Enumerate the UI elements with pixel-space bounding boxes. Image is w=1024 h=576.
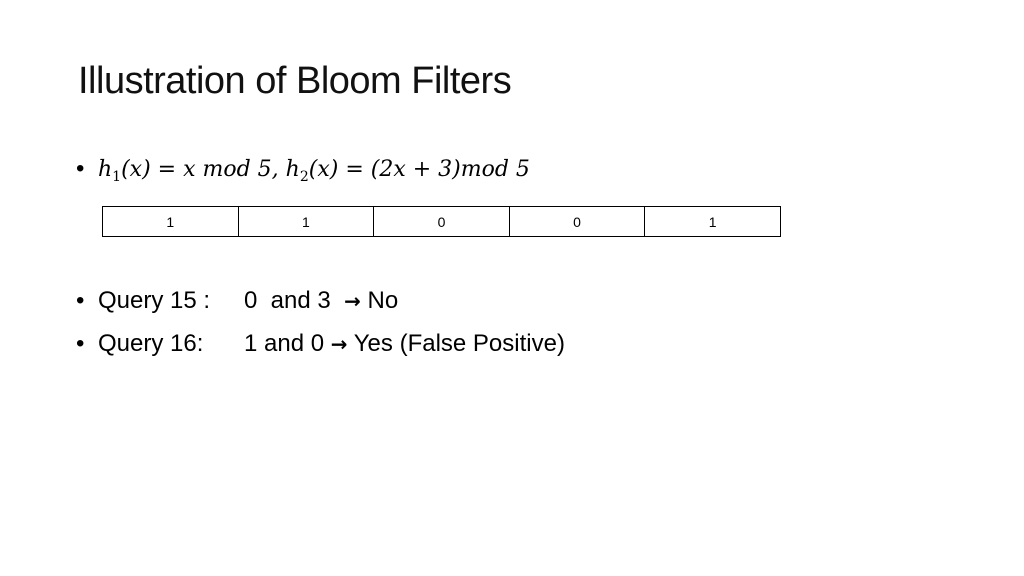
bullet-marker: • (76, 287, 85, 314)
query-result: No (367, 287, 399, 314)
query-label: Query 15 : (98, 287, 211, 314)
h2-name: h (285, 157, 300, 182)
bit-array-row: 1 1 0 0 1 (102, 206, 781, 237)
query-label: Query 16: (98, 330, 204, 357)
bullet-marker: • (76, 155, 85, 182)
bit-cell-4: 1 (644, 206, 781, 237)
bit-array-table: 1 1 0 0 1 (102, 206, 781, 237)
arrow-right-icon: → (344, 289, 361, 313)
h1-definition: (x) = x mod 5, (121, 157, 279, 182)
h2-subscript: 2 (299, 169, 309, 185)
arrow-right-icon: → (330, 332, 348, 356)
h1-name: h (98, 157, 113, 182)
bullet-marker: • (76, 330, 85, 357)
bit-cell-1: 1 (237, 206, 375, 237)
query-positions: 1 and 0 (244, 330, 325, 357)
query-positions: 0 and 3 (244, 287, 331, 314)
query-bullet-1: • Query 15 : 0 and 3 → No (76, 287, 398, 315)
slide-title: Illustration of Bloom Filters (78, 60, 512, 102)
query-result: Yes (False Positive) (353, 330, 565, 357)
bit-cell-2: 0 (373, 206, 510, 237)
h2-definition: (x) = (2x + 3)mod 5 (308, 157, 530, 182)
query-bullet-2: • Query 16: 1 and 0 → Yes (False Positive) (76, 330, 565, 358)
h1-subscript: 1 (112, 169, 122, 185)
bit-cell-0: 1 (102, 206, 239, 237)
bit-cell-3: 0 (508, 206, 646, 237)
hash-functions-bullet: • h1(x) = x mod 5, h2(x) = (2x + 3)mod 5 (76, 155, 530, 185)
hash-formula: h1(x) = x mod 5, h2(x) = (2x + 3)mod 5 (98, 157, 530, 185)
